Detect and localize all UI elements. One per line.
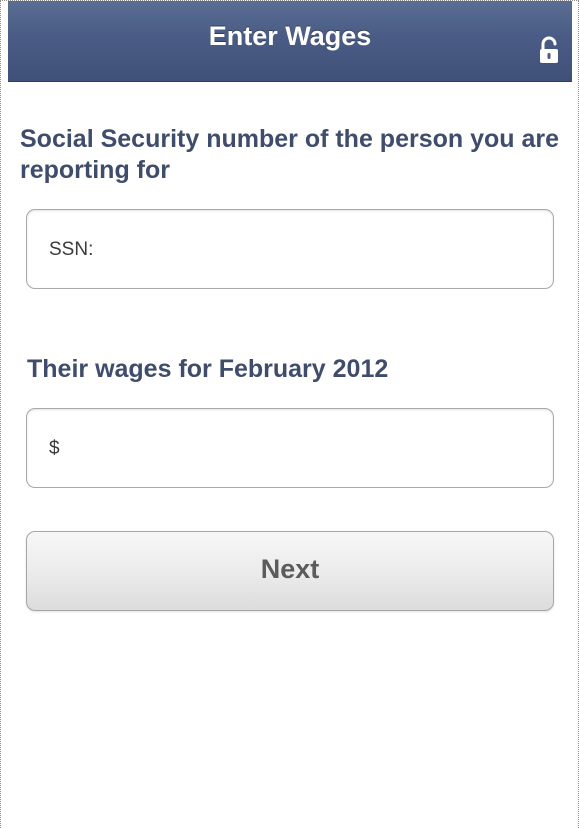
wages-page: Enter Wages Social Security number of th… <box>0 0 579 828</box>
ssn-label: Social Security number of the person you… <box>20 125 560 184</box>
ssn-field[interactable]: SSN: <box>26 209 554 289</box>
wages-field-currency: $ <box>49 438 60 459</box>
header-bar: Enter Wages <box>8 1 572 82</box>
wages-label: Their wages for February 2012 <box>27 355 389 383</box>
unlocked-padlock-icon[interactable] <box>538 35 560 65</box>
page-title: Enter Wages <box>208 21 372 51</box>
ssn-field-label: SSN: <box>49 239 94 260</box>
next-button-label: Next <box>260 554 320 584</box>
next-button[interactable]: Next <box>26 531 554 611</box>
wages-field[interactable]: $ <box>26 408 554 488</box>
